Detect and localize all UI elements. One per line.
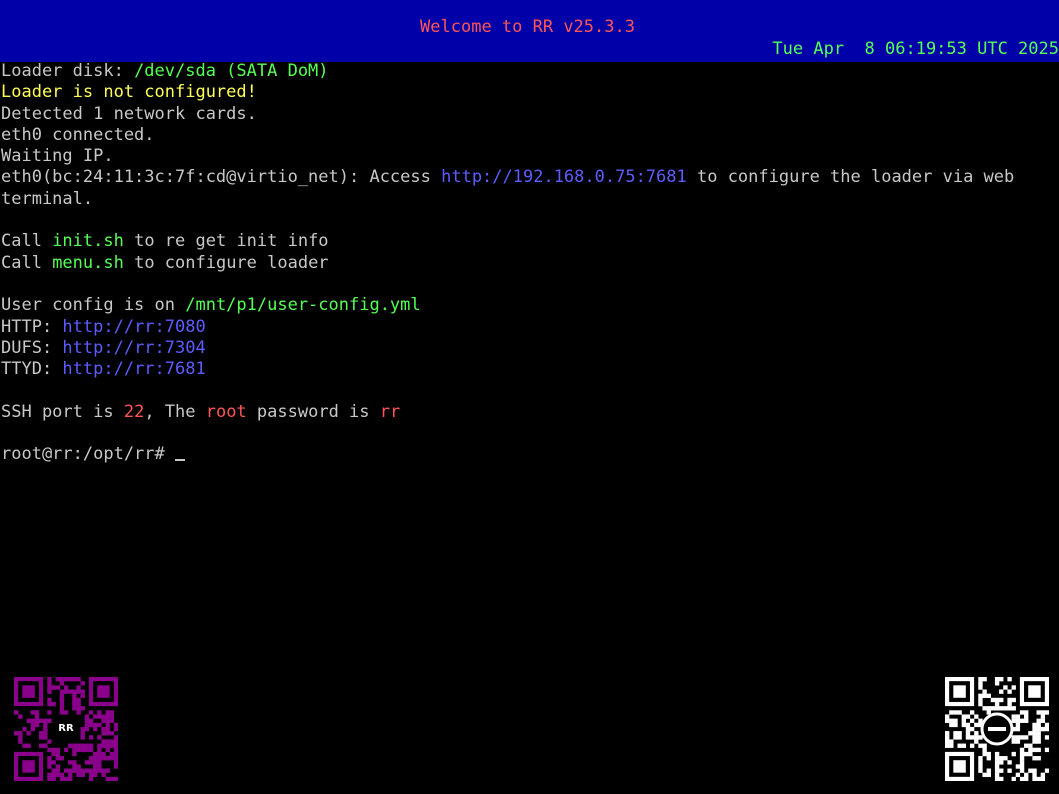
terminal-text: root@rr:/opt/rr# bbox=[1, 444, 175, 465]
terminal-text: Call bbox=[1, 231, 53, 252]
qr-code-right bbox=[945, 677, 1050, 782]
terminal-text: to re get init info bbox=[123, 231, 329, 252]
terminal-text: rr bbox=[379, 401, 401, 422]
terminal-text: Detected 1 network cards. bbox=[1, 103, 257, 124]
terminal-text: terminal. bbox=[1, 188, 94, 209]
terminal-line: HTTP: http://rr:7080 bbox=[1, 317, 1059, 338]
terminal-text: Loader disk: bbox=[1, 61, 135, 81]
terminal-line: Detected 1 network cards. bbox=[1, 104, 1059, 125]
terminal-text: Loader is not configured! bbox=[1, 82, 257, 103]
terminal-line: SSH port is 22, The root password is rr bbox=[1, 402, 1059, 423]
terminal-line: DUFS: http://rr:7304 bbox=[1, 338, 1059, 359]
terminal-text: password is bbox=[246, 401, 380, 422]
terminal-text: /mnt/p1/user-config.yml bbox=[185, 295, 421, 316]
terminal-line: Loader is not configured! bbox=[1, 82, 1059, 103]
terminal-text: /dev/sda (SATA DoM) bbox=[134, 61, 329, 81]
terminal-text: User config is on bbox=[1, 295, 186, 316]
terminal-line: TTYD: http://rr:7681 bbox=[1, 359, 1059, 380]
terminal-text: HTTP: bbox=[1, 316, 63, 337]
terminal-line: Loader disk: /dev/sda (SATA DoM) bbox=[1, 61, 1059, 82]
qr-code-right-image bbox=[945, 677, 1050, 782]
terminal-text: root bbox=[205, 401, 247, 422]
terminal-text: DUFS: bbox=[1, 337, 63, 358]
terminal-text: 22 bbox=[123, 401, 145, 422]
terminal-text: SSH port is bbox=[1, 401, 124, 422]
terminal-line: terminal. bbox=[1, 189, 1059, 210]
terminal-text: http://rr:7304 bbox=[62, 337, 206, 358]
terminal-line: root@rr:/opt/rr# bbox=[1, 444, 1059, 465]
console-header-bar: Welcome to RR v25.3.3 Tue Apr 8 06:19:53… bbox=[0, 0, 1059, 62]
terminal-text: http://192.168.0.75:7681 bbox=[441, 167, 687, 188]
terminal-line: User config is on /mnt/p1/user-config.ym… bbox=[1, 295, 1059, 316]
terminal-text: eth0 connected. bbox=[1, 124, 155, 145]
terminal-line: Waiting IP. bbox=[1, 146, 1059, 167]
terminal-text: Call bbox=[1, 252, 53, 273]
terminal-text: TTYD: bbox=[1, 359, 63, 380]
terminal-line: Call menu.sh to configure loader bbox=[1, 253, 1059, 274]
terminal-text: init.sh bbox=[52, 231, 124, 252]
qr-logo-label: RR bbox=[53, 721, 79, 737]
welcome-title: Welcome to RR v25.3.3 bbox=[420, 17, 635, 37]
terminal-text: , The bbox=[144, 401, 206, 422]
terminal-text: menu.sh bbox=[52, 252, 124, 273]
terminal-text: http://rr:7080 bbox=[62, 316, 206, 337]
terminal-text: to configure the loader via web bbox=[686, 167, 1015, 188]
terminal-text: Waiting IP. bbox=[1, 146, 114, 167]
terminal-text: to configure loader bbox=[123, 252, 329, 273]
terminal-text: http://rr:7681 bbox=[62, 359, 206, 380]
terminal-cursor bbox=[175, 459, 185, 462]
terminal-text: eth0(bc:24:11:3c:7f:cd@virtio_net): Acce… bbox=[1, 167, 442, 188]
qr-code-left: RR bbox=[14, 677, 119, 782]
terminal-line: Call init.sh to re get init info bbox=[1, 231, 1059, 252]
terminal-line: eth0(bc:24:11:3c:7f:cd@virtio_net): Acce… bbox=[1, 167, 1059, 188]
terminal-output[interactable]: Loader disk: /dev/sda (SATA DoM) Loader i… bbox=[1, 61, 1059, 466]
header-clock: Tue Apr 8 06:19:53 UTC 2025 bbox=[772, 39, 1059, 59]
terminal-line: eth0 connected. bbox=[1, 125, 1059, 146]
